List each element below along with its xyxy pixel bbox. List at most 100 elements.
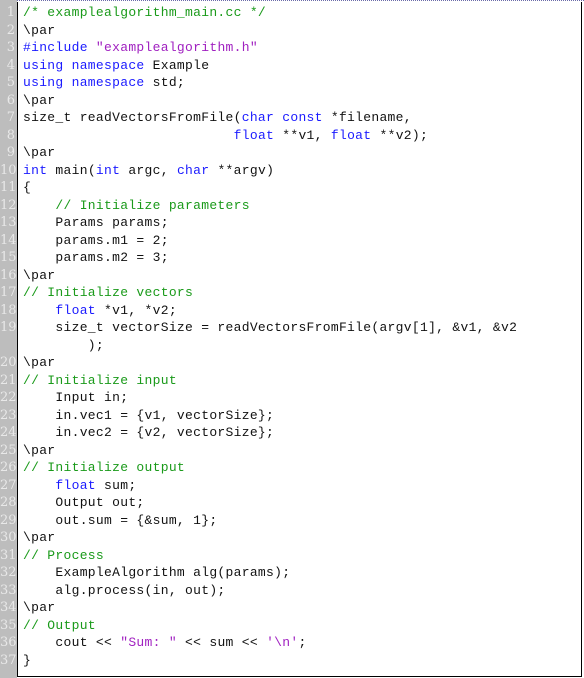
code-text: \par: [23, 144, 55, 162]
code-line: 35 // Output: [0, 617, 584, 635]
code-line: 32 ExampleAlgorithm alg(params);: [0, 564, 584, 582]
code-lines: 1 /* examplealgorithm_main.cc */ 2 \par 3 #in…: [0, 4, 584, 669]
code-line: 3 #include "examplealgorithm.h": [0, 39, 584, 57]
code-line: 22 Input in;: [0, 389, 584, 407]
string-token: "Sum: ": [120, 635, 177, 650]
code-line: 24 in.vec2 = {v2, vectorSize};: [0, 424, 584, 442]
code-text: in.vec1 = {v1, vectorSize};: [23, 407, 274, 425]
line-number: 3: [6, 40, 15, 55]
comment-token: // Initialize output: [23, 460, 186, 475]
line-number: 1: [6, 5, 15, 20]
comment-token: // Initialize parameters: [55, 197, 250, 213]
keyword-token: char: [176, 162, 210, 178]
line-number: 13: [0, 215, 17, 230]
code-line: 10 int main(int argc, char **argv): [0, 162, 584, 180]
code-listing: 1 /* examplealgorithm_main.cc */ 2 \par 3 #in…: [0, 0, 584, 678]
code-text: using namespace std;: [23, 74, 185, 92]
line-number: 20: [0, 355, 17, 370]
text-token: **v2);: [371, 127, 429, 143]
line-number: 33: [0, 582, 17, 598]
line-number: 26: [0, 460, 17, 475]
code-text: \par: [23, 354, 55, 372]
line-number: 8: [6, 127, 15, 143]
text-token: \par: [23, 355, 56, 370]
string-token: '\n': [266, 635, 299, 650]
line-number: 32: [0, 565, 17, 580]
code-text: \par: [23, 529, 55, 547]
line-number: 24: [0, 425, 17, 440]
keyword-token: float: [233, 127, 275, 143]
line-number: 31: [0, 547, 17, 563]
text-token: \par: [23, 530, 56, 545]
line-number: 2: [6, 22, 15, 38]
text-token: ExampleAlgorithm alg(params);: [23, 565, 291, 580]
keyword-token: using namespace: [23, 57, 145, 73]
code-text: cout << "Sum: " << sum << '\n';: [23, 634, 307, 652]
text-token: std;: [144, 75, 186, 90]
keyword-token: char const: [241, 110, 323, 125]
line-number: 29: [0, 512, 17, 528]
code-line: 20 \par: [0, 354, 584, 372]
line-number: 10: [0, 162, 17, 178]
keyword-token: using namespace: [23, 75, 145, 90]
text-token: cout <<: [23, 635, 121, 650]
text-token: main(: [47, 162, 96, 178]
code-line: );: [0, 337, 584, 355]
text-token: }: [23, 652, 32, 668]
text-token: \par: [23, 22, 56, 38]
text-token: Params params;: [23, 215, 169, 230]
text-token: Input in;: [23, 390, 129, 405]
code-line: 7 size_t readVectorsFromFile(char const *…: [0, 109, 584, 127]
code-text: \par: [23, 92, 55, 110]
line-number: 4: [6, 57, 15, 73]
text-token: \par: [23, 145, 56, 160]
code-line: 31 // Process: [0, 547, 584, 565]
code-text: params.m1 = 2;: [23, 232, 169, 250]
line-number: 35: [0, 617, 17, 633]
code-line: 17 // Initialize vectors: [0, 284, 584, 302]
code-text: int main(int argc, char **argv): [23, 162, 274, 180]
line-number: 9: [6, 145, 15, 160]
comment-token: // Output: [23, 617, 96, 633]
line-number: 30: [0, 530, 17, 545]
code-line: 19 size_t vectorSize = readVectorsFromFi…: [0, 319, 584, 337]
code-line: 9 \par: [0, 144, 584, 162]
keyword-token: float: [55, 302, 96, 318]
line-number: 18: [0, 302, 17, 318]
text-token: **argv): [209, 162, 275, 178]
code-text: float *v1, *v2;: [23, 302, 177, 320]
text-token: sum;: [95, 477, 137, 493]
code-line: 6 \par: [0, 92, 584, 110]
code-text: // Process: [23, 547, 104, 565]
keyword-token: float: [330, 127, 372, 143]
code-line: 5 using namespace std;: [0, 74, 584, 92]
line-number: 34: [0, 600, 17, 615]
code-text: Input in;: [23, 389, 128, 407]
text-token: params.m1 = 2;: [23, 232, 169, 248]
code-line: 33 alg.process(in, out);: [0, 582, 584, 600]
code-line: 15 params.m2 = 3;: [0, 249, 584, 267]
code-text: // Initialize output: [23, 459, 185, 477]
code-text: \par: [23, 599, 55, 617]
code-text: // Initialize vectors: [23, 284, 193, 302]
text-token: alg.process(in, out);: [23, 582, 226, 598]
text-token: **v1,: [274, 127, 331, 143]
text-token: Output out;: [23, 495, 145, 510]
text-token: ;: [298, 635, 307, 650]
keyword-token: int: [95, 162, 121, 178]
line-number: 6: [6, 92, 15, 108]
keyword-token: int: [23, 162, 48, 178]
code-line: 2 \par: [0, 22, 584, 40]
comment-token: // Initialize vectors: [23, 285, 194, 300]
code-line: 29 out.sum = {&sum, 1};: [0, 512, 584, 530]
line-number: 14: [0, 232, 17, 248]
code-text: );: [23, 337, 104, 355]
text-token: {: [23, 180, 32, 195]
code-line: 28 Output out;: [0, 494, 584, 512]
code-text: using namespace Example: [23, 57, 209, 75]
code-line: 1 /* examplealgorithm_main.cc */: [0, 4, 584, 22]
string-token: "examplealgorithm.h": [95, 40, 258, 55]
